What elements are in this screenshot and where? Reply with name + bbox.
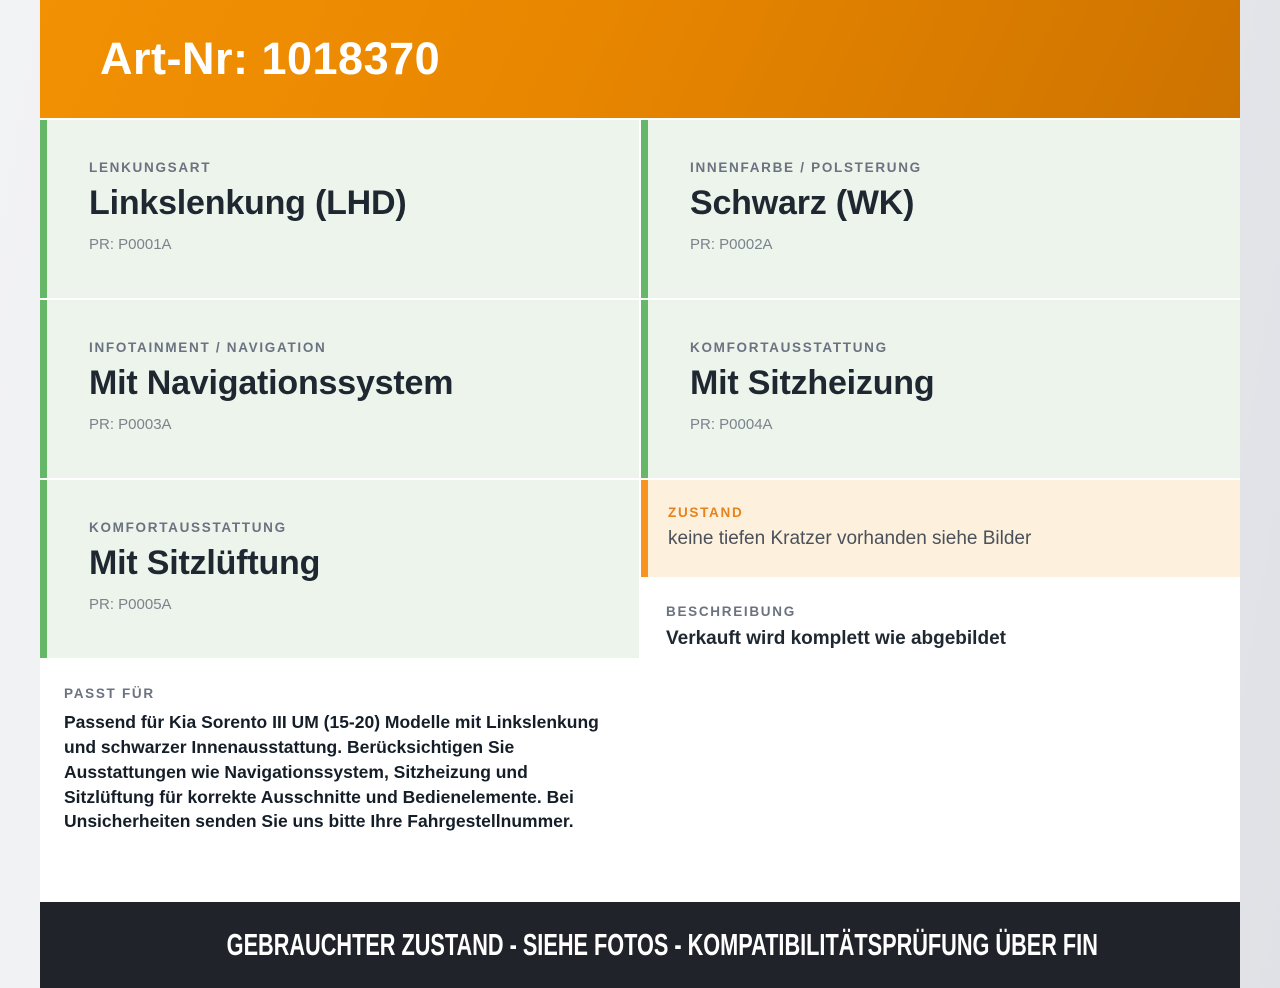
spec-label: LENKUNGSART (89, 160, 212, 175)
header: Art-Nr: 1018370 (40, 0, 1240, 118)
spec-pr-code: PR: P0001A (89, 236, 172, 253)
spec-pr-code: PR: P0002A (690, 236, 773, 253)
footer-banner-text: GEBRAUCHTER ZUSTAND - SIEHE FOTOS - KOMP… (226, 927, 1098, 962)
spec-grid: LENKUNGSART Linkslenkung (LHD) PR: P0001… (40, 118, 1240, 900)
zustand-card: ZUSTAND keine tiefen Kratzer vorhanden s… (641, 480, 1240, 577)
spec-pr-code: PR: P0005A (89, 596, 172, 613)
article-number-title: Art-Nr: 1018370 (100, 33, 441, 84)
spec-value: Schwarz (WK) (690, 184, 915, 222)
spec-label: KOMFORTAUSSTATTUNG (89, 520, 287, 535)
passt-fuer-label: PASST FÜR (64, 686, 155, 701)
spec-card-innenfarbe: INNENFARBE / POLSTERUNG Schwarz (WK) PR:… (641, 120, 1240, 298)
spec-label: INNENFARBE / POLSTERUNG (690, 160, 922, 175)
spec-card-lenkungsart: LENKUNGSART Linkslenkung (LHD) PR: P0001… (40, 120, 639, 298)
beschreibung-card: BESCHREIBUNG Verkauft wird komplett wie … (641, 579, 1240, 900)
beschreibung-value: Verkauft wird komplett wie abgebildet (666, 628, 1006, 649)
spec-card-infotainment: INFOTAINMENT / NAVIGATION Mit Navigation… (40, 300, 639, 478)
zustand-label: ZUSTAND (668, 505, 744, 520)
spec-card-sitzheizung: KOMFORTAUSSTATTUNG Mit Sitzheizung PR: P… (641, 300, 1240, 478)
beschreibung-label: BESCHREIBUNG (666, 604, 796, 619)
spec-value: Linkslenkung (LHD) (89, 184, 407, 222)
passt-fuer-text: Passend für Kia Sorento III UM (15-20) M… (64, 712, 599, 832)
footer-banner: GEBRAUCHTER ZUSTAND - SIEHE FOTOS - KOMP… (40, 900, 1240, 988)
listing-page: Art-Nr: 1018370 LENKUNGSART Linkslenkung… (40, 0, 1240, 988)
spec-value: Mit Sitzheizung (690, 364, 935, 402)
passt-fuer-card: PASST FÜR Passend für Kia Sorento III UM… (40, 660, 639, 900)
spec-pr-code: PR: P0003A (89, 416, 172, 433)
spec-card-sitzlueftung: KOMFORTAUSSTATTUNG Mit Sitzlüftung PR: P… (40, 480, 639, 658)
zustand-value: keine tiefen Kratzer vorhanden siehe Bil… (668, 528, 1032, 549)
spec-value: Mit Sitzlüftung (89, 544, 321, 582)
spec-label: KOMFORTAUSSTATTUNG (690, 340, 888, 355)
footer-banner-textwrap: GEBRAUCHTER ZUSTAND - SIEHE FOTOS - KOMP… (40, 927, 1280, 963)
spec-label: INFOTAINMENT / NAVIGATION (89, 340, 327, 355)
spec-value: Mit Navigationssystem (89, 364, 454, 402)
right-column: INNENFARBE / POLSTERUNG Schwarz (WK) PR:… (641, 120, 1240, 900)
spec-pr-code: PR: P0004A (690, 416, 773, 433)
left-column: LENKUNGSART Linkslenkung (LHD) PR: P0001… (40, 120, 639, 900)
